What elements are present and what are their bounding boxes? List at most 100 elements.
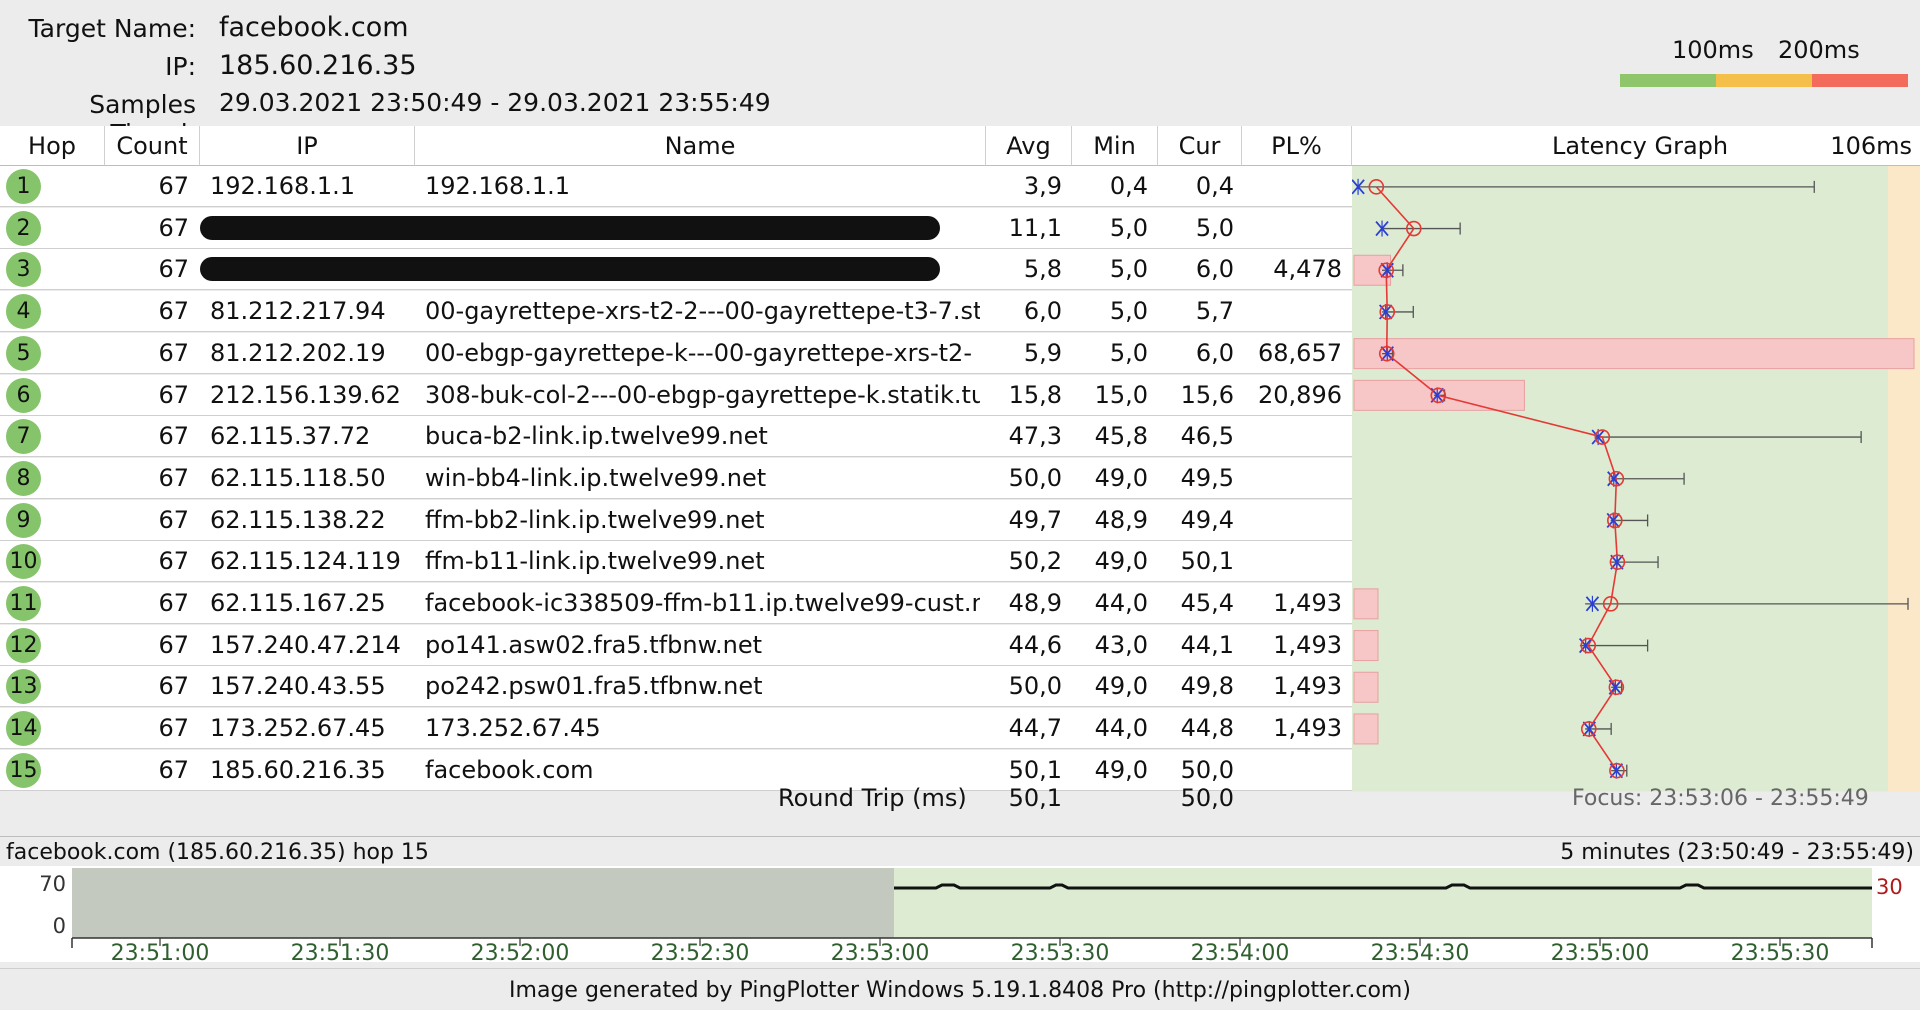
- timeline-tick-label: 23:55:00: [1551, 941, 1650, 962]
- name-cell: 173.252.67.45: [425, 714, 601, 743]
- hop-number-badge: 14: [6, 711, 41, 747]
- cur-cell: 49,4: [1180, 505, 1234, 534]
- cur-cell: 5,7: [1195, 297, 1234, 326]
- pl-cell: 1,493: [1273, 589, 1342, 617]
- ip-cell: 62.115.124.119: [210, 547, 401, 576]
- packet-loss-bar: [1353, 630, 1379, 662]
- redacted-ip-name: [200, 257, 940, 282]
- hop-number-badge: 1: [6, 169, 41, 204]
- timeline-range: 5 minutes (23:50:49 - 23:55:49): [1560, 840, 1914, 865]
- timeline-tick-label: 23:51:00: [111, 941, 210, 962]
- table-row[interactable]: 11 67 62.115.167.25 facebook-ic338509-ffm-b…: [0, 583, 1352, 624]
- count-cell: 67: [158, 630, 189, 659]
- legend-bar-good: [1620, 74, 1716, 87]
- avg-cell: 5,9: [1023, 338, 1062, 367]
- col-latency-graph[interactable]: Latency Graph 106ms: [1352, 126, 1920, 166]
- pl-cell: 1,493: [1273, 672, 1342, 701]
- avg-cell: 48,9: [1008, 589, 1062, 617]
- name-cell: ffm-bb2-link.ip.twelve99.net: [425, 505, 765, 534]
- pl-cell: [1242, 208, 1342, 249]
- avg-cell: 15,8: [1008, 380, 1062, 409]
- ip-cell: 173.252.67.45: [210, 714, 386, 743]
- table-row[interactable]: 13 67 157.240.43.55 po242.psw01.fra5.tfbnw.…: [0, 666, 1352, 708]
- count-cell: 67: [158, 672, 189, 701]
- name-cell: facebook-ic338509-ffm-b11.ip.twelve99-cu…: [425, 589, 980, 617]
- avg-cell: 49,7: [1008, 505, 1062, 534]
- table-row[interactable]: 5 67 81.212.202.19 00-ebgp-gayrettepe-k---0…: [0, 332, 1352, 374]
- table-row[interactable]: 12 67 157.240.47.214 po141.asw02.fra5.tfbnw…: [0, 624, 1352, 666]
- table-row[interactable]: 1 67 192.168.1.1 192.168.1.1 3,9 0,4 0,4: [0, 166, 1352, 207]
- col-name[interactable]: Name: [415, 126, 986, 166]
- table-row[interactable]: 8 67 62.115.118.50 win-bb4-link.ip.twelve99…: [0, 457, 1352, 499]
- hop-number-badge: 8: [6, 460, 41, 496]
- cur-cell: 44,1: [1180, 630, 1234, 659]
- target-name-value: facebook.com: [219, 12, 409, 43]
- ip-cell: 212.156.139.62: [210, 380, 401, 409]
- timeline-title: facebook.com (185.60.216.35) hop 15: [6, 840, 429, 865]
- timeline-right-value: 30: [1876, 875, 1903, 899]
- table-row[interactable]: 2 67 11,1 5,0 5,0: [0, 207, 1352, 249]
- pl-cell: 20,896: [1258, 380, 1342, 409]
- count-cell: 67: [158, 755, 189, 784]
- avg-cell: 3,9: [1023, 172, 1062, 200]
- min-cell: 49,0: [1094, 755, 1148, 784]
- ip-cell: 81.212.202.19: [210, 338, 386, 367]
- avg-cell: 44,7: [1008, 714, 1062, 743]
- timeline-y-max: 70: [39, 872, 66, 896]
- ip-cell: 62.115.167.25: [210, 589, 386, 617]
- col-cur[interactable]: Cur: [1158, 126, 1242, 166]
- timeline-tick-label: 23:53:30: [1011, 941, 1110, 962]
- redacted-ip-name: [200, 215, 940, 240]
- table-row[interactable]: 9 67 62.115.138.22 ffm-bb2-link.ip.twelve99…: [0, 499, 1352, 541]
- table-row[interactable]: 7 67 62.115.37.72 buca-b2-link.ip.twelve99.…: [0, 416, 1352, 458]
- hop-number-badge: 3: [6, 252, 41, 288]
- cur-cell: 46,5: [1180, 422, 1234, 451]
- target-name-label: Target Name:: [28, 14, 196, 43]
- col-hop[interactable]: Hop: [0, 126, 105, 166]
- col-count[interactable]: Count: [105, 126, 200, 166]
- count-cell: 67: [158, 172, 189, 200]
- packet-loss-bar: [1353, 588, 1379, 620]
- cur-cell: 6,0: [1195, 338, 1234, 367]
- hop-number-badge: 6: [6, 377, 41, 413]
- hop-number-badge: 7: [6, 419, 41, 455]
- min-cell: 44,0: [1094, 714, 1148, 743]
- count-cell: 67: [158, 589, 189, 617]
- pl-cell: 1,493: [1273, 630, 1342, 659]
- table-row[interactable]: 10 67 62.115.124.119 ffm-b11-link.ip.twelve…: [0, 541, 1352, 583]
- name-cell: po141.asw02.fra5.tfbnw.net: [425, 630, 763, 659]
- hop-number-badge: 11: [6, 586, 41, 621]
- col-avg[interactable]: Avg: [986, 126, 1072, 166]
- latency-graph-title: Latency Graph: [1552, 132, 1729, 160]
- count-cell: 67: [158, 547, 189, 576]
- timeline-unfocused-zone: [72, 868, 894, 938]
- timeline-chart[interactable]: 70 0 30 23:51:00 23:51:30 23:52:00 23:52:30 23:…: [0, 866, 1920, 962]
- pl-cell: 4,478: [1273, 255, 1342, 284]
- col-min[interactable]: Min: [1072, 126, 1158, 166]
- ip-cell: 157.240.43.55: [210, 672, 386, 701]
- count-cell: 67: [158, 422, 189, 451]
- footer-credit: Image generated by PingPlotter Windows 5…: [509, 978, 1411, 1003]
- count-cell: 67: [158, 297, 189, 326]
- table-row[interactable]: 3 67 5,8 5,0 6,0 4,478: [0, 249, 1352, 291]
- pl-cell: [1242, 291, 1342, 332]
- pl-cell: 68,657: [1258, 338, 1342, 367]
- ip-cell: 62.115.118.50: [210, 463, 386, 492]
- count-cell: 67: [158, 338, 189, 367]
- timeline-tick-label: 23:52:00: [471, 941, 570, 962]
- packet-loss-bar: [1353, 338, 1915, 370]
- min-cell: 5,0: [1109, 338, 1148, 367]
- min-cell: 44,0: [1094, 589, 1148, 617]
- col-pl[interactable]: PL%: [1242, 126, 1352, 166]
- min-cell: 45,8: [1094, 422, 1148, 451]
- ip-cell: 192.168.1.1: [210, 172, 356, 200]
- table-row[interactable]: 15 67 185.60.216.35 facebook.com 50,1 49,0 50,…: [0, 749, 1352, 791]
- table-row[interactable]: 14 67 173.252.67.45 173.252.67.45 44,7 44,0 44…: [0, 708, 1352, 750]
- table-row[interactable]: 4 67 81.212.217.94 00-gayrettepe-xrs-t2-2--…: [0, 291, 1352, 333]
- col-ip[interactable]: IP: [200, 126, 415, 166]
- avg-cell: 44,6: [1008, 630, 1062, 659]
- latency-graph-max: 106ms: [1830, 132, 1912, 160]
- latency-graph[interactable]: [1352, 166, 1920, 794]
- min-cell: 5,0: [1109, 213, 1148, 242]
- table-row[interactable]: 6 67 212.156.139.62 308-buk-col-2---00-ebgp…: [0, 374, 1352, 416]
